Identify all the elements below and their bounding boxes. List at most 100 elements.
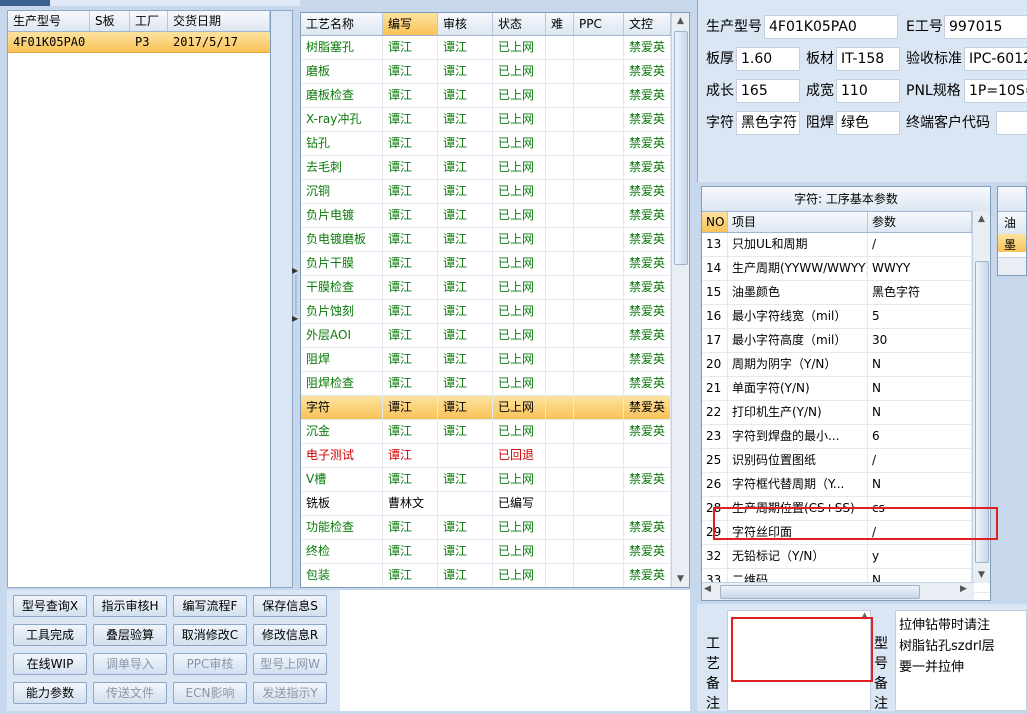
col-s[interactable]: S板 [90, 11, 130, 31]
cell-ppc [574, 372, 624, 395]
table-row[interactable]: 去毛刺 谭江 谭江 已上网 禁爱英 [301, 156, 689, 180]
col-difficulty[interactable]: 难 [546, 13, 574, 35]
table-row[interactable]: 字符 谭江 谭江 已上网 禁爱英 [301, 396, 689, 420]
table-row[interactable]: X-ray冲孔 谭江 谭江 已上网 禁爱英 [301, 108, 689, 132]
cell-status: 已上网 [493, 36, 546, 59]
col-no[interactable]: NO [702, 212, 728, 232]
table-row[interactable]: 阻焊 谭江 谭江 已上网 禁爱英 [301, 348, 689, 372]
table-row[interactable]: 外层AOI 谭江 谭江 已上网 禁爱英 [301, 324, 689, 348]
action-button[interactable]: 叠层验算 [93, 624, 167, 646]
action-button[interactable]: 修改信息R [253, 624, 327, 646]
col-value[interactable]: 参数 [868, 212, 972, 232]
customer-code-field[interactable] [996, 111, 1027, 135]
cell-ppc [574, 396, 624, 419]
col-doc-control[interactable]: 文控 [624, 13, 671, 35]
table-row[interactable]: 25 识别码位置图纸 / [702, 449, 990, 473]
action-button[interactable]: 传送文件 [93, 682, 167, 704]
col-process-name[interactable]: 工艺名称 [301, 13, 383, 35]
col-writer[interactable]: 编写 [383, 13, 438, 35]
cell-difficulty [546, 348, 574, 371]
cell-difficulty [546, 372, 574, 395]
scroll-up-icon[interactable]: ▲ [672, 13, 689, 29]
cell-writer: 谭江 [383, 84, 438, 107]
process-scrollbar[interactable]: ▲ ▼ [671, 13, 689, 587]
scroll-thumb[interactable] [674, 31, 688, 265]
thickness-field[interactable]: 1.60 [736, 47, 800, 71]
action-button[interactable]: 型号查询X [13, 595, 87, 617]
table-row[interactable]: 26 字符框代替周期（Y... N [702, 473, 990, 497]
action-button[interactable]: 能力参数 [13, 682, 87, 704]
standard-field[interactable]: IPC-6012 [964, 47, 1027, 71]
col-date[interactable]: 交货日期 [168, 11, 270, 31]
model-remark-textarea[interactable]: 拉伸钻带时请注 树脂钻孔szdrl层 要一并拉伸 [895, 610, 1027, 711]
table-row[interactable]: 22 打印机生产(Y/N) N [702, 401, 990, 425]
table-row[interactable]: 14 生产周期(YYWW/WWYY) WWYY [702, 257, 990, 281]
scroll-down-icon[interactable]: ▼ [973, 567, 990, 583]
model-field[interactable]: 4F01K05PA0 [764, 15, 898, 39]
table-row[interactable]: 阻焊检查 谭江 谭江 已上网 禁爱英 [301, 372, 689, 396]
table-row[interactable]: 4F01K05PA0 P3 2017/5/17 [8, 32, 270, 53]
col-model[interactable]: 生产型号 [8, 11, 90, 31]
table-row[interactable]: 32 无铅标记（Y/N） y [702, 545, 990, 569]
table-row[interactable]: 负片电镀 谭江 谭江 已上网 禁爱英 [301, 204, 689, 228]
table-row[interactable]: 钻孔 谭江 谭江 已上网 禁爱英 [301, 132, 689, 156]
pnl-field[interactable]: 1P=10S= [964, 79, 1027, 103]
active-tab[interactable] [0, 0, 50, 6]
action-button[interactable]: PPC审核 [173, 653, 247, 675]
col-reviewer[interactable]: 审核 [438, 13, 493, 35]
char-field[interactable]: 黑色字符 [736, 111, 800, 135]
table-row[interactable]: 树脂塞孔 谭江 谭江 已上网 禁爱英 [301, 36, 689, 60]
scroll-left-icon[interactable]: ◀ [704, 584, 711, 594]
scroll-right-icon[interactable]: ▶ [960, 584, 967, 594]
scroll-thumb[interactable] [720, 585, 920, 599]
action-button[interactable]: ECN影响 [173, 682, 247, 704]
length-field[interactable]: 165 [736, 79, 800, 103]
table-row[interactable]: 16 最小字符线宽（mil） 5 [702, 305, 990, 329]
cell-no: 26 [702, 473, 728, 496]
table-row[interactable]: 23 字符到焊盘的最小... 6 [702, 425, 990, 449]
table-row[interactable]: 负电镀磨板 谭江 谭江 已上网 禁爱英 [301, 228, 689, 252]
table-row[interactable]: 21 单面字符(Y/N) N [702, 377, 990, 401]
width-field[interactable]: 110 [836, 79, 900, 103]
material-field[interactable]: IT-158 [836, 47, 900, 71]
action-button[interactable]: 编写流程F [173, 595, 247, 617]
action-button[interactable]: 调单导入 [93, 653, 167, 675]
action-button[interactable]: 取消修改C [173, 624, 247, 646]
table-row[interactable]: 17 最小字符高度（mil） 30 [702, 329, 990, 353]
col-ppc[interactable]: PPC [574, 13, 624, 35]
mask-field[interactable]: 绿色 [836, 111, 900, 135]
action-button[interactable]: 在线WIP [13, 653, 87, 675]
table-row[interactable]: 电子测试 谭江 已回退 [301, 444, 689, 468]
table-row[interactable]: 13 只加UL和周期 / [702, 233, 990, 257]
action-button[interactable]: 工具完成 [13, 624, 87, 646]
table-row[interactable]: 沉铜 谭江 谭江 已上网 禁爱英 [301, 180, 689, 204]
table-row[interactable]: 磨板 谭江 谭江 已上网 禁爱英 [301, 60, 689, 84]
side-hscroll[interactable] [998, 257, 1026, 275]
col-status[interactable]: 状态 [493, 13, 546, 35]
table-row[interactable]: 干膜检查 谭江 谭江 已上网 禁爱英 [301, 276, 689, 300]
table-row[interactable]: 包装 谭江 谭江 已上网 禁爱英 [301, 564, 689, 587]
scroll-down-icon[interactable]: ▼ [672, 571, 689, 587]
table-row[interactable]: 磨板检查 谭江 谭江 已上网 禁爱英 [301, 84, 689, 108]
scroll-up-icon[interactable]: ▲ [973, 211, 990, 227]
col-factory[interactable]: 工厂 [130, 11, 168, 31]
table-row[interactable]: 功能检查 谭江 谭江 已上网 禁爱英 [301, 516, 689, 540]
action-button[interactable]: 指示审核H [93, 595, 167, 617]
table-row[interactable]: 沉金 谭江 谭江 已上网 禁爱英 [301, 420, 689, 444]
action-button[interactable]: 发送指示Y [253, 682, 327, 704]
table-row[interactable]: 铣板 曹林文 已编写 [301, 492, 689, 516]
table-row[interactable]: 20 周期为阴字（Y/N） N [702, 353, 990, 377]
e-field[interactable]: 997015 [944, 15, 1027, 39]
table-row[interactable]: V槽 谭江 谭江 已上网 禁爱英 [301, 468, 689, 492]
side-grid: 油墨 [997, 186, 1027, 276]
action-button[interactable]: 保存信息S [253, 595, 327, 617]
col-item[interactable]: 项目 [728, 212, 868, 232]
cell-value: 5 [868, 305, 972, 328]
table-row[interactable]: 负片蚀刻 谭江 谭江 已上网 禁爱英 [301, 300, 689, 324]
table-row[interactable]: 15 油墨颜色 黑色字符 [702, 281, 990, 305]
table-row[interactable]: 终检 谭江 谭江 已上网 禁爱英 [301, 540, 689, 564]
action-button[interactable]: 型号上网W [253, 653, 327, 675]
param-hscroll[interactable]: ◀ ▶ [702, 582, 974, 600]
splitter-handle[interactable]: ▶ ⋮ ⋮ ⋮ ⋮ ⋮ ▶ [292, 267, 300, 337]
table-row[interactable]: 负片干膜 谭江 谭江 已上网 禁爱英 [301, 252, 689, 276]
